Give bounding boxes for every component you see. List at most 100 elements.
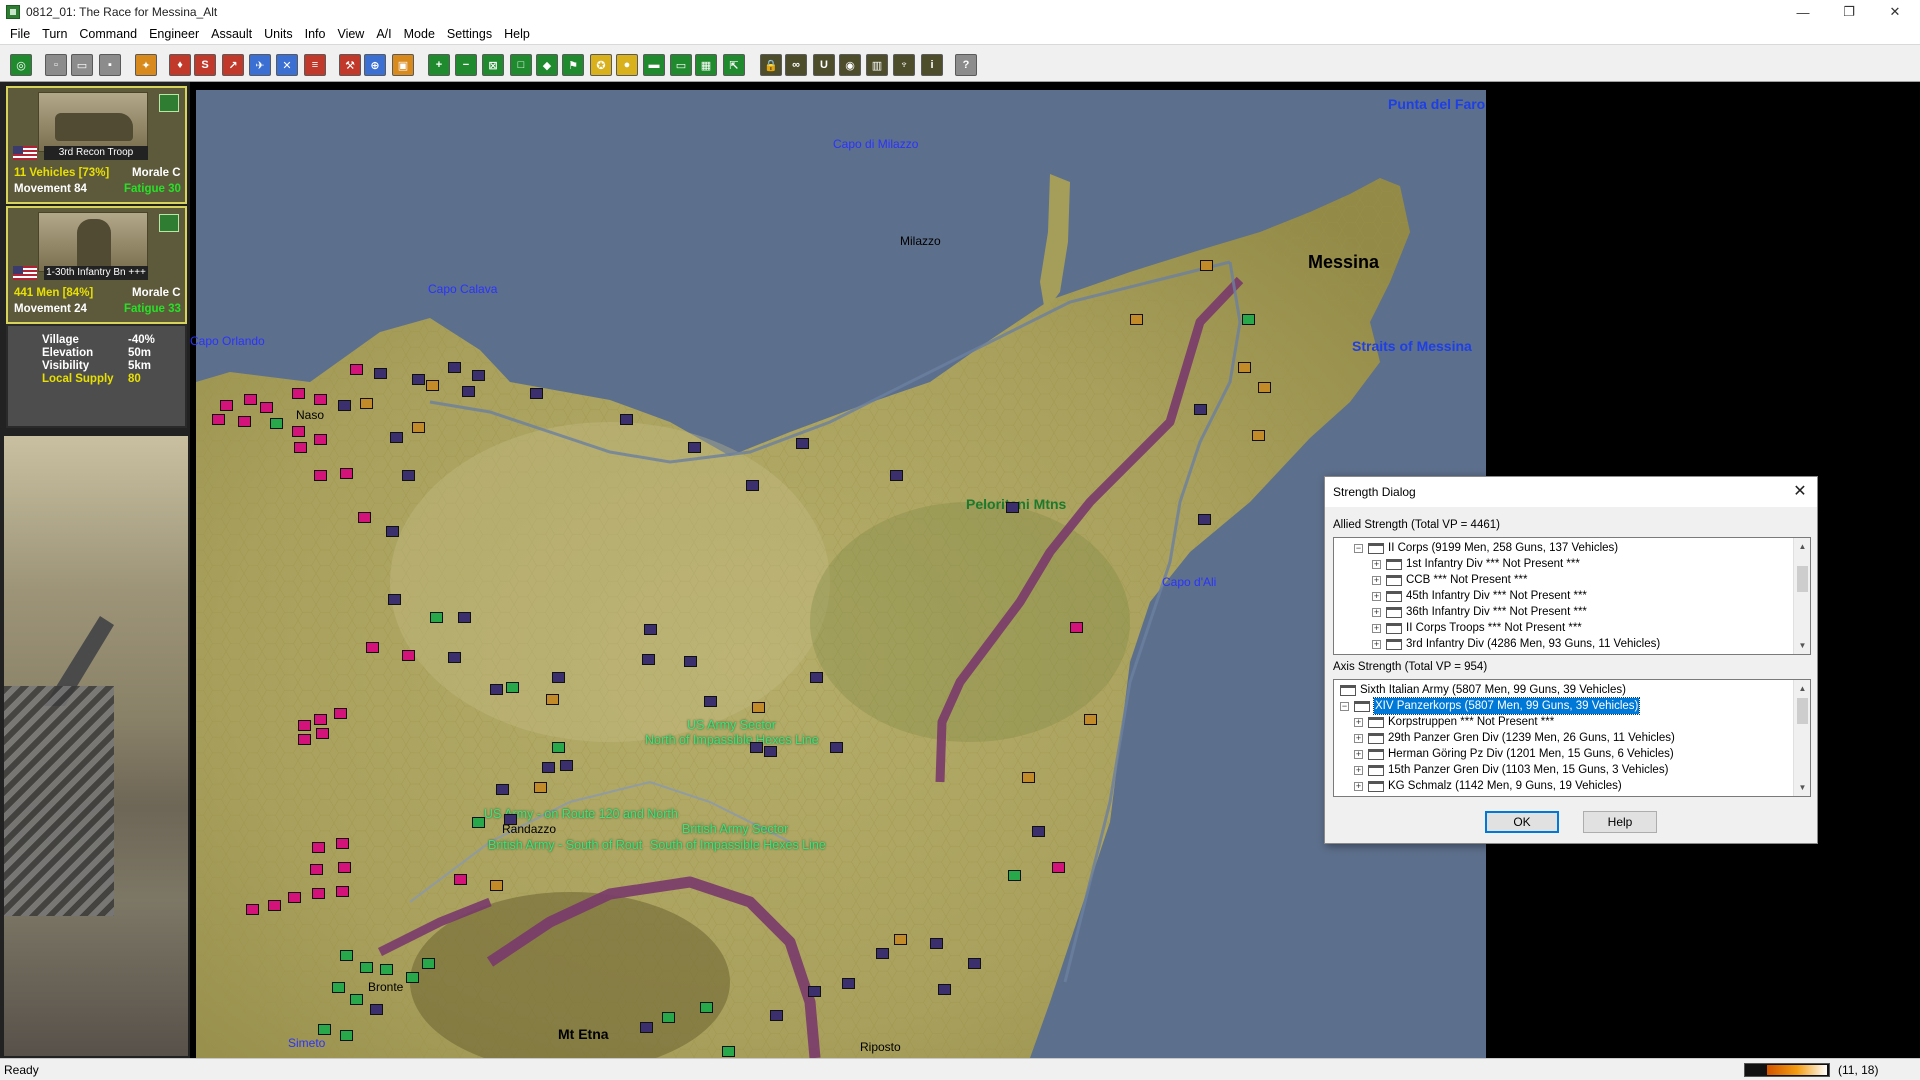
menu-units[interactable]: Units: [258, 27, 298, 41]
report-icon[interactable]: ▥: [866, 54, 888, 76]
unit-counter[interactable]: [842, 978, 855, 989]
unit-counter[interactable]: [390, 432, 403, 443]
unit-counter[interactable]: [340, 468, 353, 479]
air-icon[interactable]: ✈: [249, 54, 271, 76]
unit-counter[interactable]: [1022, 772, 1035, 783]
save-icon[interactable]: ▪: [99, 54, 121, 76]
dialog-close-button[interactable]: ✕: [1791, 483, 1809, 501]
tree-row[interactable]: +15th Panzer Gren Div (1103 Men, 15 Guns…: [1354, 762, 1668, 778]
unit-counter[interactable]: [1242, 314, 1255, 325]
unit-counter[interactable]: [298, 734, 311, 745]
fit-icon[interactable]: □: [510, 54, 532, 76]
menu-view[interactable]: View: [331, 27, 370, 41]
unit-counter[interactable]: [534, 782, 547, 793]
unit-counter[interactable]: [546, 694, 559, 705]
unit-counter[interactable]: [314, 470, 327, 481]
display-icon[interactable]: ▭: [670, 54, 692, 76]
unit-counter[interactable]: [552, 742, 565, 753]
map-icon[interactable]: ▦: [695, 54, 717, 76]
allied-tree[interactable]: ▲ ▼ − II Corps (9199 Men, 258 Guns, 137 V…: [1333, 537, 1811, 655]
tree-row[interactable]: + CCB *** Not Present ***: [1372, 572, 1527, 588]
unit-counter[interactable]: [370, 1004, 383, 1015]
unit-counter[interactable]: [292, 388, 305, 399]
expand-icon[interactable]: +: [1372, 575, 1381, 585]
unit-counter[interactable]: [358, 512, 371, 523]
menu-info[interactable]: Info: [299, 27, 332, 41]
unit-counter[interactable]: [752, 702, 765, 713]
unit-counter[interactable]: [332, 982, 345, 993]
expand-icon[interactable]: +: [1354, 765, 1363, 775]
unit-counter[interactable]: [294, 442, 307, 453]
zoom-in-icon[interactable]: +: [428, 54, 450, 76]
unit-counter[interactable]: [472, 370, 485, 381]
help-button[interactable]: Help: [1583, 811, 1657, 833]
fortify-icon[interactable]: ✪: [590, 54, 612, 76]
unit-counter[interactable]: [640, 1022, 653, 1033]
unit-counter[interactable]: [746, 480, 759, 491]
overview-icon[interactable]: ◎: [10, 54, 32, 76]
expand-icon[interactable]: +: [1354, 733, 1363, 743]
unit-counter[interactable]: [662, 1012, 675, 1023]
unit-counter[interactable]: [422, 958, 435, 969]
hex-grid-icon[interactable]: ⊠: [482, 54, 504, 76]
unit-counter[interactable]: [1006, 502, 1019, 513]
unit-counter[interactable]: [490, 684, 503, 695]
tree-row[interactable]: − XIV Panzerkorps (5807 Men, 99 Guns, 39 …: [1340, 697, 1641, 715]
unit-counter[interactable]: [386, 526, 399, 537]
unit-counter[interactable]: [448, 362, 461, 373]
unit-counter[interactable]: [292, 426, 305, 437]
tree-row[interactable]: +28th Assalto Div (406 Men, 14 Guns): [1354, 794, 1576, 796]
unit-counter[interactable]: [560, 760, 573, 771]
menu-icon[interactable]: ≡: [304, 54, 326, 76]
collapse-icon[interactable]: −: [1354, 543, 1363, 553]
unit-counter[interactable]: [930, 938, 943, 949]
unit-counter[interactable]: [260, 402, 273, 413]
expand-icon[interactable]: +: [1354, 781, 1363, 791]
scroll-down-icon[interactable]: ▼: [1794, 637, 1810, 654]
unit-counter[interactable]: [360, 962, 373, 973]
unit-counter[interactable]: [1238, 362, 1251, 373]
unit-counter[interactable]: [810, 672, 823, 683]
unit-counter[interactable]: [402, 650, 415, 661]
unit-counter[interactable]: [462, 386, 475, 397]
close-button[interactable]: ✕: [1872, 0, 1918, 24]
unit-counter[interactable]: [894, 934, 907, 945]
unit-counter[interactable]: [458, 612, 471, 623]
unit-counter[interactable]: [1130, 314, 1143, 325]
unit-counter[interactable]: [506, 682, 519, 693]
menu-command[interactable]: Command: [73, 27, 143, 41]
help-icon[interactable]: ?: [955, 54, 977, 76]
unit-counter[interactable]: [412, 422, 425, 433]
expand-icon[interactable]: +: [1372, 639, 1381, 649]
strength-icon[interactable]: S: [194, 54, 216, 76]
unit-counter[interactable]: [770, 1010, 783, 1021]
unit-counter[interactable]: [1194, 404, 1207, 415]
tree-row[interactable]: Sixth Italian Army (5807 Men, 99 Guns, 3…: [1340, 682, 1626, 698]
unit-counter[interactable]: [1070, 622, 1083, 633]
scroll-thumb[interactable]: [1797, 566, 1808, 592]
unit-counter[interactable]: [1084, 714, 1097, 725]
zoom-out-icon[interactable]: −: [455, 54, 477, 76]
unit-counter[interactable]: [968, 958, 981, 969]
scroll-up-icon[interactable]: ▲: [1794, 538, 1810, 555]
scroll-thumb[interactable]: [1797, 698, 1808, 724]
unit-counter[interactable]: [412, 374, 425, 385]
unit-counter[interactable]: [212, 414, 225, 425]
unit-counter[interactable]: [1258, 382, 1271, 393]
flag-icon[interactable]: ⚑: [562, 54, 584, 76]
unit-counter[interactable]: [938, 984, 951, 995]
unit-counter[interactable]: [504, 814, 517, 825]
fire-icon[interactable]: ↗: [222, 54, 244, 76]
unit-counter[interactable]: [1008, 870, 1021, 881]
expand-icon[interactable]: +: [1354, 749, 1363, 759]
unit-counter[interactable]: [318, 1024, 331, 1035]
menu-engineer[interactable]: Engineer: [143, 27, 205, 41]
scroll-down-icon[interactable]: ▼: [1794, 779, 1810, 796]
tree-row[interactable]: + KG Schmalz (1142 Men, 9 Guns, 19 Vehicl…: [1354, 778, 1622, 794]
unit-counter[interactable]: [220, 400, 233, 411]
unit-counter[interactable]: [350, 364, 363, 375]
unit-counter[interactable]: [750, 742, 763, 753]
unit-counter[interactable]: [472, 817, 485, 828]
engineer-icon[interactable]: ⚒: [339, 54, 361, 76]
unit-counter[interactable]: [336, 886, 349, 897]
